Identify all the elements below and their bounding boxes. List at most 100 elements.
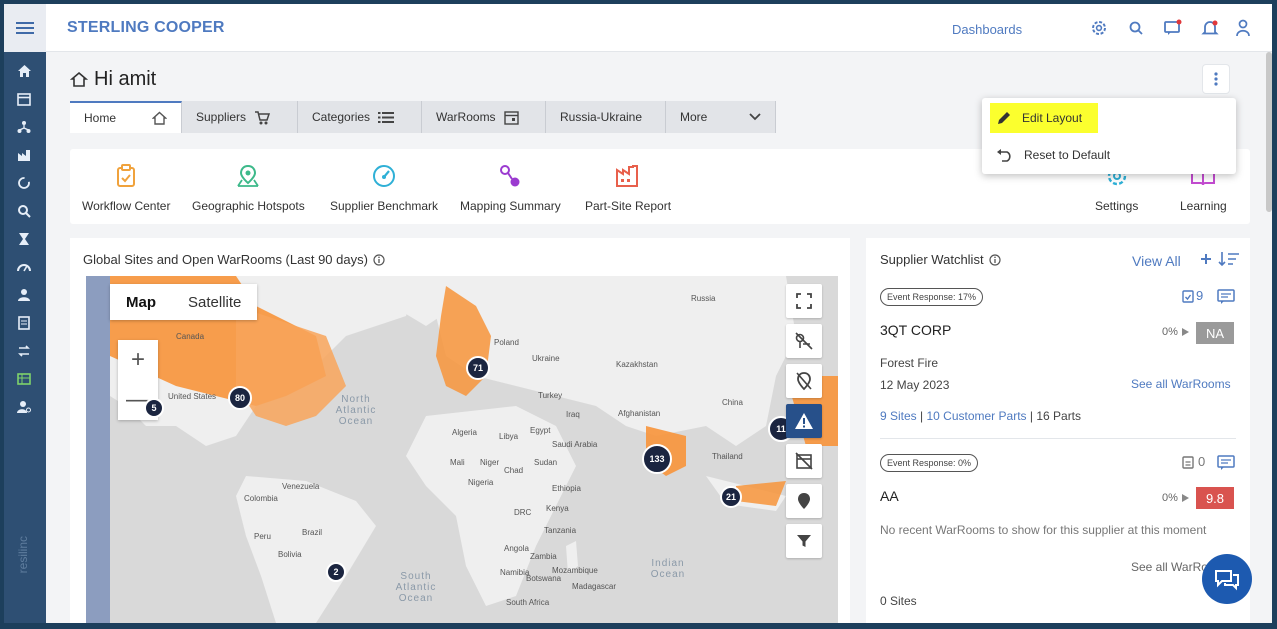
map-label: Kazakhstan xyxy=(616,360,658,369)
warroom-count[interactable]: 0 xyxy=(1182,454,1205,469)
hourglass-nav-icon[interactable] xyxy=(13,230,35,248)
play-arrow-icon xyxy=(1182,494,1189,502)
supplier-benchmark-link[interactable]: Supplier Benchmark xyxy=(330,163,438,213)
risk-score-badge: NA xyxy=(1196,322,1234,344)
site-cluster-marker[interactable]: 80 xyxy=(228,386,252,410)
map-label: Venezuela xyxy=(282,482,320,491)
event-date: 12 May 2023 xyxy=(880,378,950,392)
dashboards-link[interactable]: Dashboards xyxy=(952,22,1022,37)
reset-to-default-menu-item[interactable]: Reset to Default xyxy=(990,140,1116,170)
table-nav-icon[interactable] xyxy=(13,370,35,388)
route-button[interactable] xyxy=(786,324,822,358)
calendar-off-button[interactable] xyxy=(786,444,822,478)
warroom-count[interactable]: 9 xyxy=(1182,288,1203,303)
customer-parts-link[interactable]: 10 Customer Parts xyxy=(926,409,1026,423)
map-label: Chad xyxy=(504,466,524,475)
gauge-nav-icon[interactable] xyxy=(13,258,35,276)
menu-icon xyxy=(16,27,34,29)
event-response-badge: Event Response: 0% xyxy=(880,454,979,472)
factory-nav-icon[interactable] xyxy=(13,146,35,164)
site-cluster-marker[interactable]: 21 xyxy=(720,486,742,508)
refresh-nav-icon[interactable] xyxy=(13,174,35,192)
map-label: Zambia xyxy=(530,552,557,561)
see-all-warrooms-link[interactable]: See all WarRooms xyxy=(1131,377,1231,391)
tab-home[interactable]: Home xyxy=(70,101,182,133)
fullscreen-button[interactable] xyxy=(786,284,822,318)
users-nav-icon[interactable] xyxy=(13,286,35,304)
map-land-layer xyxy=(110,276,838,623)
warroom-alert-button[interactable] xyxy=(786,404,822,438)
map-type-map-button[interactable]: Map xyxy=(110,284,172,320)
world-map[interactable]: Map Satellite + — Russia Poland Ukraine … xyxy=(86,276,838,623)
map-label: Angola xyxy=(504,544,529,553)
map-panel-title: Global Sites and Open WarRooms (Last 90 … xyxy=(83,252,385,267)
map-label: Poland xyxy=(494,338,519,347)
swap-nav-icon[interactable] xyxy=(13,342,35,360)
map-label: Botswana xyxy=(526,574,562,583)
top-header: STERLING COOPER Dashboards xyxy=(46,4,1272,52)
view-all-link[interactable]: View All xyxy=(1132,253,1181,269)
more-options-button[interactable] xyxy=(1202,64,1230,94)
risk-percent: 0% xyxy=(1162,326,1178,338)
mapping-summary-link[interactable]: Mapping Summary xyxy=(460,163,561,213)
pin-button[interactable] xyxy=(786,484,822,518)
tab-suppliers[interactable]: Suppliers xyxy=(182,101,298,133)
workflow-center-link[interactable]: Workflow Center xyxy=(82,163,170,213)
tab-more[interactable]: More xyxy=(666,101,776,133)
site-cluster-marker[interactable]: 5 xyxy=(144,398,164,418)
map-label: Egypt xyxy=(530,426,551,435)
user-settings-nav-icon[interactable] xyxy=(13,398,35,416)
layout-options-menu: Edit Layout Reset to Default xyxy=(982,98,1236,174)
network-nav-icon[interactable] xyxy=(13,118,35,136)
map-label: Brazil xyxy=(302,528,323,537)
map-marker-icon xyxy=(798,493,810,509)
hamburger-menu-button[interactable] xyxy=(4,4,46,52)
supplier-name[interactable]: AA xyxy=(880,488,899,504)
map-label: China xyxy=(722,398,743,407)
document-nav-icon[interactable] xyxy=(13,314,35,332)
comment-button[interactable] xyxy=(1217,455,1235,476)
supplier-name[interactable]: 3QT CORP xyxy=(880,322,951,338)
sites-count: 0 Sites xyxy=(880,594,917,608)
risk-score-badge: 9.8 xyxy=(1196,487,1234,509)
tab-russia-ukraine[interactable]: Russia-Ukraine xyxy=(546,101,666,133)
search-nav-icon[interactable] xyxy=(13,202,35,220)
part-site-report-link[interactable]: Part-Site Report xyxy=(585,163,671,213)
map-type-satellite-button[interactable]: Satellite xyxy=(172,284,257,320)
notifications-bell-icon[interactable] xyxy=(1199,17,1221,39)
zoom-in-button[interactable]: + xyxy=(118,340,158,380)
clipboard-check-icon xyxy=(117,164,136,187)
site-cluster-marker[interactable]: 2 xyxy=(326,562,346,582)
sort-button[interactable] xyxy=(1218,251,1240,272)
search-icon[interactable] xyxy=(1125,17,1147,39)
edit-layout-menu-item[interactable]: Edit Layout xyxy=(990,103,1098,133)
settings-gear-icon[interactable] xyxy=(1088,17,1110,39)
location-off-button[interactable] xyxy=(786,364,822,398)
page-title: Hi amit xyxy=(70,68,156,91)
add-supplier-button[interactable] xyxy=(1200,252,1212,270)
brand-logo: STERLING COOPER xyxy=(67,19,225,36)
user-profile-icon[interactable] xyxy=(1232,17,1254,39)
site-cluster-marker[interactable]: 71 xyxy=(466,356,490,380)
site-cluster-marker[interactable]: 133 xyxy=(642,444,672,474)
home-nav-icon[interactable] xyxy=(13,62,35,80)
divider xyxy=(880,438,1236,439)
geographic-hotspots-link[interactable]: Geographic Hotspots xyxy=(192,163,305,213)
comment-button[interactable] xyxy=(1217,289,1235,310)
map-label: South Africa xyxy=(506,598,550,607)
tab-warrooms[interactable]: WarRooms xyxy=(422,101,546,133)
filter-button[interactable] xyxy=(786,524,822,558)
greeting-text: Hi amit xyxy=(94,68,157,90)
calendar-off-icon xyxy=(795,452,813,470)
info-icon[interactable] xyxy=(988,253,1001,266)
tab-categories[interactable]: Categories xyxy=(298,101,422,133)
calendar-nav-icon[interactable] xyxy=(13,90,35,108)
list-icon xyxy=(378,111,395,123)
map-side-strip xyxy=(86,276,110,623)
messages-icon[interactable] xyxy=(1162,17,1184,39)
page-scrollbar[interactable] xyxy=(1266,52,1272,212)
sites-link[interactable]: 9 Sites xyxy=(880,409,917,423)
chat-support-button[interactable] xyxy=(1202,554,1252,604)
info-icon[interactable] xyxy=(373,253,385,266)
map-label: Mozambique xyxy=(552,566,598,575)
